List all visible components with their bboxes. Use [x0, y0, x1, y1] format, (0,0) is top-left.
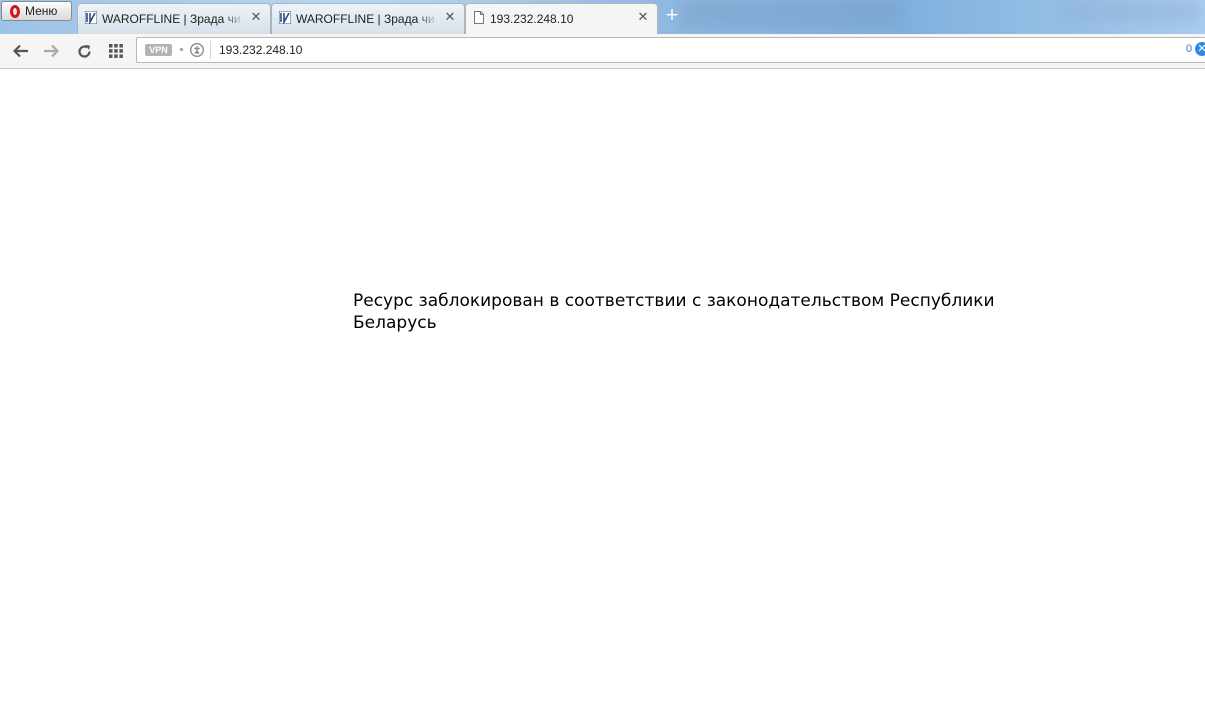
site-info-icon[interactable]: [190, 43, 204, 57]
opera-menu-button[interactable]: Меню: [1, 1, 72, 21]
separator-dot: [180, 48, 183, 51]
url-input[interactable]: [219, 41, 1119, 59]
speed-dial-icon: [109, 44, 123, 58]
desktop-background-blur: [680, 0, 900, 28]
reload-icon: [77, 44, 91, 58]
forward-icon: [44, 44, 59, 58]
vpn-badge[interactable]: VPN: [145, 44, 172, 56]
navigation-toolbar: VPN 0 ✕: [0, 34, 1205, 69]
browser-window: Меню WAROFFLINE | Зрада чи Перемога ✕ WA…: [0, 0, 1205, 706]
speed-dial-button[interactable]: [105, 40, 127, 62]
reload-button[interactable]: [73, 40, 95, 62]
back-button[interactable]: [10, 40, 32, 62]
tab-waroffline-2[interactable]: WAROFFLINE | Зрада чи Перемога ✕: [271, 3, 465, 34]
adblock-count: 0: [1186, 43, 1193, 55]
menu-label: Меню: [25, 4, 58, 18]
tab-strip: Меню WAROFFLINE | Зрада чи Перемога ✕ WA…: [0, 0, 1205, 34]
tab-waroffline-1[interactable]: WAROFFLINE | Зрада чи Перемога ✕: [77, 3, 271, 34]
page-content: Ресурс заблокирован в соответствии с зак…: [0, 69, 1205, 706]
new-tab-button[interactable]: +: [664, 7, 680, 24]
back-icon: [13, 44, 28, 58]
tab-active-page[interactable]: 193.232.248.10 ✕: [465, 3, 658, 34]
page-icon: [474, 11, 484, 24]
tab-close-icon[interactable]: ✕: [637, 10, 649, 23]
tab-close-icon[interactable]: ✕: [444, 10, 456, 23]
blocked-resource-message: Ресурс заблокирован в соответствии с зак…: [353, 291, 995, 333]
tab-close-icon[interactable]: ✕: [250, 10, 262, 23]
forward-button[interactable]: [40, 40, 62, 62]
adblock-icon[interactable]: ✕: [1195, 42, 1205, 56]
address-bar[interactable]: VPN 0 ✕: [136, 37, 1205, 63]
tab-title: 193.232.248.10: [490, 12, 574, 26]
opera-logo-icon: [10, 4, 20, 18]
tab-title: WAROFFLINE | Зрада чи Перемога: [296, 12, 438, 26]
desktop-background-blur: [1060, 0, 1200, 24]
waroffline-favicon-icon: [85, 11, 97, 24]
waroffline-favicon-icon: [279, 11, 291, 24]
url-divider: [210, 41, 211, 59]
tab-title: WAROFFLINE | Зрада чи Перемога: [102, 12, 244, 26]
